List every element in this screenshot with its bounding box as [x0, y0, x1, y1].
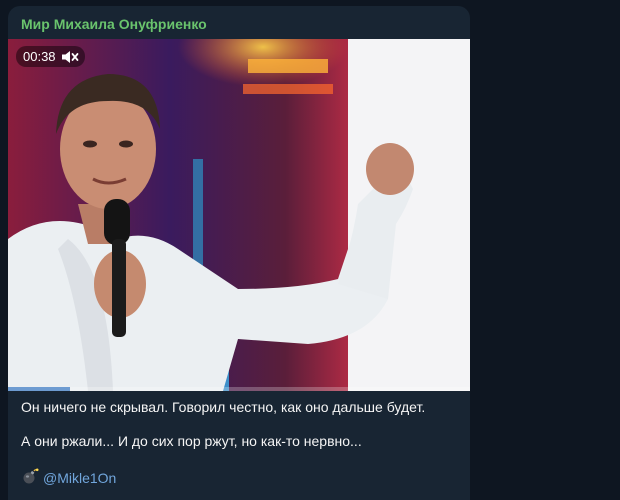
post-paragraph: А они ржали... И до сих пор ржут, но как…	[21, 433, 362, 449]
post-text: Он ничего не скрывал. Говорил честно, ка…	[21, 399, 461, 450]
video-duration: 00:38	[23, 49, 56, 64]
video-player[interactable]: 00:38	[8, 39, 470, 391]
channel-post-bubble: Мир Михаила Онуфриенко 00:38 Он ничего н…	[8, 6, 470, 500]
author-link[interactable]: @Mikle1On	[43, 470, 116, 486]
video-frame	[8, 39, 470, 391]
post-paragraph: Он ничего не скрывал. Говорил честно, ка…	[21, 399, 426, 415]
video-progress-fill	[8, 387, 71, 391]
video-progress-bar[interactable]	[8, 387, 470, 391]
post-signature: @Mikle1On	[21, 468, 116, 487]
channel-name[interactable]: Мир Михаила Онуфриенко	[21, 16, 207, 32]
video-duration-badge: 00:38	[16, 46, 85, 67]
bomb-emoji-icon	[21, 468, 39, 487]
speaker-muted-icon[interactable]	[61, 49, 79, 65]
